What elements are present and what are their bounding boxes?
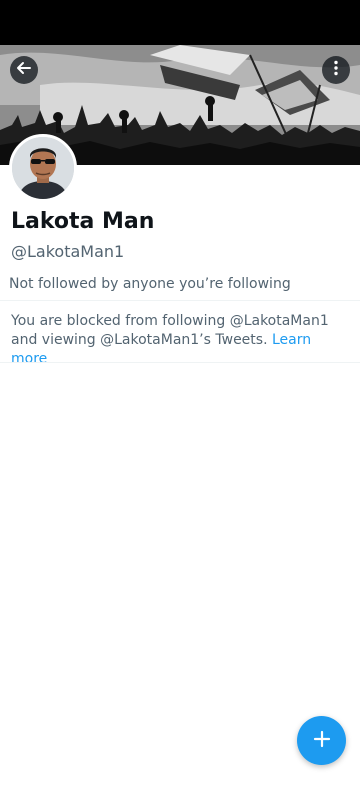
divider (0, 362, 360, 363)
compose-button[interactable] (297, 716, 346, 765)
followers-you-know-note: Not followed by anyone you’re following (9, 276, 291, 292)
profile-handle: @LakotaMan1 (11, 242, 125, 261)
display-name: Lakota Man (11, 209, 155, 234)
more-options-button[interactable] (322, 56, 350, 84)
more-vertical-icon (327, 59, 345, 81)
avatar[interactable] (9, 134, 77, 202)
arrow-left-icon (15, 59, 33, 81)
plus-icon (312, 729, 332, 753)
profile-screen: Lakota Man @LakotaMan1 Not followed by a… (0, 0, 360, 800)
divider (0, 300, 360, 301)
status-bar (0, 0, 360, 45)
back-button[interactable] (10, 56, 38, 84)
blocked-message: You are blocked from following @LakotaMa… (11, 312, 351, 369)
